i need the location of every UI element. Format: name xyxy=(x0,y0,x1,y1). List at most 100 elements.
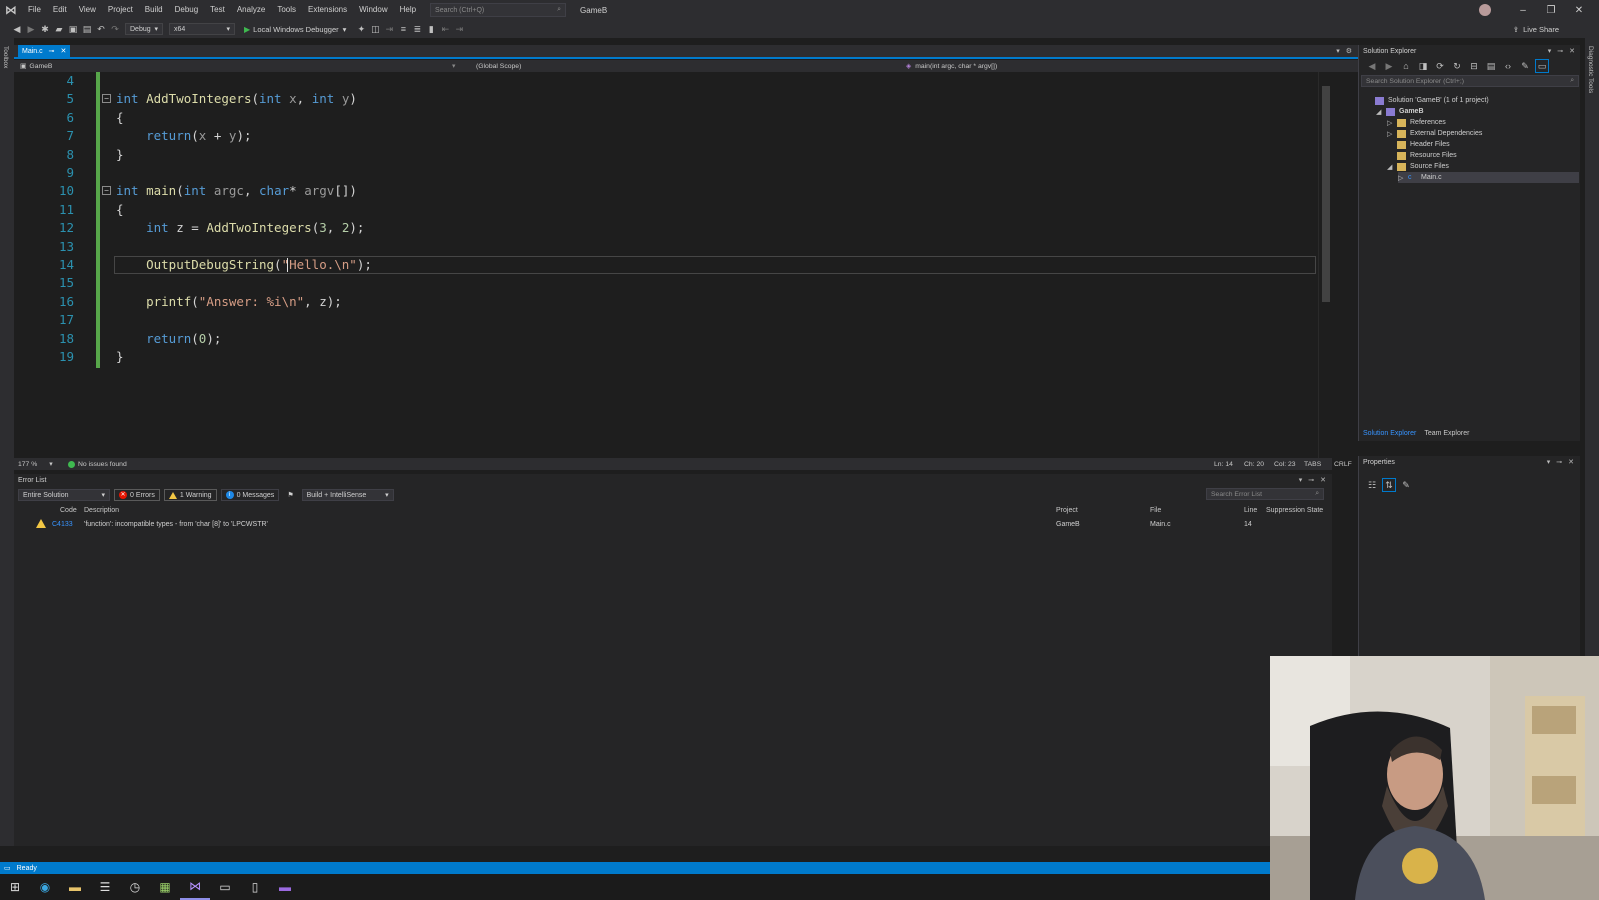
function-dropdown[interactable]: ◈ main(int argc, char * argv[]) xyxy=(906,60,997,72)
terminal-icon[interactable]: ▭ xyxy=(210,874,240,900)
menu-item-build[interactable]: Build xyxy=(139,0,169,20)
visual-studio-taskbar-icon[interactable]: ⋈ xyxy=(180,874,210,900)
expand-arrow-icon[interactable]: ▷ xyxy=(1387,119,1397,127)
alphabetical-icon[interactable]: ⇅ xyxy=(1382,478,1396,492)
attach-icon[interactable]: ✦ xyxy=(354,22,368,36)
bookmark-next-icon[interactable]: ⇥ xyxy=(452,22,466,36)
expand-arrow-icon[interactable]: ▷ xyxy=(1398,174,1408,182)
menu-item-test[interactable]: Test xyxy=(204,0,231,20)
toolbox-tab[interactable]: Toolbox xyxy=(2,46,9,68)
tree-item[interactable]: ▷ External Dependencies xyxy=(1387,128,1482,139)
tree-item[interactable]: Header Files xyxy=(1387,139,1450,150)
menu-item-help[interactable]: Help xyxy=(394,0,422,20)
filter-icon[interactable]: ⚑ xyxy=(283,489,297,501)
tree-item[interactable]: ▷ c Main.c xyxy=(1398,172,1579,183)
menu-item-extensions[interactable]: Extensions xyxy=(302,0,353,20)
menu-item-analyze[interactable]: Analyze xyxy=(231,0,271,20)
menu-item-project[interactable]: Project xyxy=(102,0,139,20)
column-project[interactable]: Project xyxy=(1056,504,1078,516)
issues-indicator[interactable]: No issues found xyxy=(68,458,127,470)
settings-sliders-icon[interactable]: ☰ xyxy=(90,874,120,900)
code-line[interactable]: 15 xyxy=(14,274,1314,292)
property-pages-icon[interactable]: ✎ xyxy=(1399,478,1413,492)
categorized-icon[interactable]: ☷ xyxy=(1365,478,1379,492)
save-all-icon[interactable]: ▤ xyxy=(80,22,94,36)
code-line[interactable]: 4 xyxy=(14,72,1314,90)
column-line[interactable]: Line xyxy=(1244,504,1257,516)
menu-item-file[interactable]: File xyxy=(22,0,47,20)
error-list-row[interactable]: C4133 'function': incompatible types - f… xyxy=(14,518,1332,530)
project-dropdown[interactable]: ▣ GameB xyxy=(20,60,52,72)
code-line[interactable]: 12 int z = AddTwoIntegers(3, 2); xyxy=(14,219,1314,237)
expand-arrow-icon[interactable]: ▷ xyxy=(1387,130,1397,138)
bookmark-icon[interactable]: ▮ xyxy=(424,22,438,36)
code-line[interactable]: 8} xyxy=(14,146,1314,164)
line-ending-indicator[interactable]: CRLF xyxy=(1334,458,1352,470)
back-icon[interactable]: ◀ xyxy=(10,22,24,36)
code-line[interactable]: 6{ xyxy=(14,109,1314,127)
code-line[interactable]: 13 xyxy=(14,238,1314,256)
home-icon[interactable]: ⌂ xyxy=(1399,59,1413,73)
code-line[interactable]: 17 xyxy=(14,311,1314,329)
expand-arrow-icon[interactable]: ◢ xyxy=(1376,108,1386,116)
view-code-icon[interactable]: ‹› xyxy=(1501,59,1515,73)
visual-studio-logo-icon[interactable]: ⋈ xyxy=(0,0,22,20)
app-window-icon[interactable]: ▬ xyxy=(270,874,300,900)
solution-search-input[interactable]: Search Solution Explorer (Ctrl+;) xyxy=(1366,78,1464,85)
platform-dropdown[interactable]: x64 ▾ xyxy=(169,23,235,35)
file-explorer-icon[interactable]: ▬ xyxy=(60,874,90,900)
configuration-dropdown[interactable]: Debug ▾ xyxy=(125,23,163,35)
uncomment-icon[interactable]: ≣ xyxy=(410,22,424,36)
expand-arrow-icon[interactable]: ◢ xyxy=(1387,163,1397,171)
column-file[interactable]: File xyxy=(1150,504,1161,516)
preview-icon[interactable]: ▭ xyxy=(1535,59,1549,73)
tabs-indicator[interactable]: TABS xyxy=(1304,458,1321,470)
search-input[interactable]: Search (Ctrl+Q) xyxy=(435,7,484,14)
menu-item-window[interactable]: Window xyxy=(353,0,393,20)
undo-icon[interactable]: ↶ xyxy=(94,22,108,36)
chevron-down-icon[interactable]: ▾ xyxy=(1547,458,1551,466)
menu-item-edit[interactable]: Edit xyxy=(47,0,73,20)
code-line[interactable]: 10 int main(int argc, char* argv[]) xyxy=(14,182,1314,200)
properties-icon[interactable]: ✎ xyxy=(1518,59,1532,73)
redo-icon[interactable]: ↷ xyxy=(108,22,122,36)
warnings-filter-toggle[interactable]: 1 Warning xyxy=(163,489,217,501)
sync-icon[interactable]: ⟳ xyxy=(1433,59,1447,73)
edge-browser-icon[interactable]: ◉ xyxy=(30,874,60,900)
chevron-down-icon[interactable]: ▾ xyxy=(1548,47,1552,55)
code-line[interactable]: 5 int AddTwoIntegers(int x, int y) xyxy=(14,90,1314,108)
hot-reload-icon[interactable]: ◫ xyxy=(368,22,382,36)
close-icon[interactable]: ✕ xyxy=(1569,47,1575,55)
tree-item[interactable]: Solution 'GameB' (1 of 1 project) xyxy=(1365,95,1489,106)
quick-launch-search[interactable]: Search (Ctrl+Q) ⌕ xyxy=(430,3,567,17)
forward-icon[interactable]: ▶ xyxy=(24,22,38,36)
tree-item[interactable]: ▷ References xyxy=(1387,117,1446,128)
tree-item[interactable]: ◢ GameB xyxy=(1376,106,1424,117)
error-search-input[interactable]: Search Error List xyxy=(1211,491,1262,498)
new-project-icon[interactable]: ✱ xyxy=(38,22,52,36)
pin-icon[interactable]: ⊸ xyxy=(1557,47,1563,55)
open-file-icon[interactable]: ▰ xyxy=(52,22,66,36)
code-line[interactable]: 19} xyxy=(14,348,1314,366)
menu-item-debug[interactable]: Debug xyxy=(169,0,205,20)
code-line[interactable]: 7 return(x + y); xyxy=(14,127,1314,145)
pin-icon[interactable]: ⊸ xyxy=(1308,476,1314,484)
gear-icon[interactable]: ⚙ xyxy=(1346,47,1352,55)
code-line[interactable]: 9 xyxy=(14,164,1314,182)
column-suppression-state[interactable]: Suppression State xyxy=(1266,504,1323,516)
menu-item-tools[interactable]: Tools xyxy=(271,0,302,20)
maximize-button[interactable]: ❐ xyxy=(1537,5,1565,16)
start-debugging-button[interactable]: ▶ Local Windows Debugger ▾ xyxy=(244,25,346,34)
chevron-down-icon[interactable]: ▾ xyxy=(1336,47,1340,55)
tab-team-explorer[interactable]: Team Explorer xyxy=(1424,430,1469,437)
tab-solution-explorer[interactable]: Solution Explorer xyxy=(1363,430,1416,437)
menu-item-view[interactable]: View xyxy=(73,0,102,20)
code-line[interactable]: 16 printf("Answer: %i\n", z); xyxy=(14,293,1314,311)
live-share-button[interactable]: ⇪ Live Share xyxy=(1513,20,1559,38)
step-icon[interactable]: ⇥ xyxy=(382,22,396,36)
pin-icon[interactable]: ⊸ xyxy=(1556,458,1562,466)
error-list-search[interactable]: Search Error List ⌕ xyxy=(1206,488,1324,500)
close-window-button[interactable]: ✕ xyxy=(1565,5,1593,16)
show-all-files-icon[interactable]: ▤ xyxy=(1484,59,1498,73)
scrollbar-thumb[interactable] xyxy=(1322,86,1330,302)
